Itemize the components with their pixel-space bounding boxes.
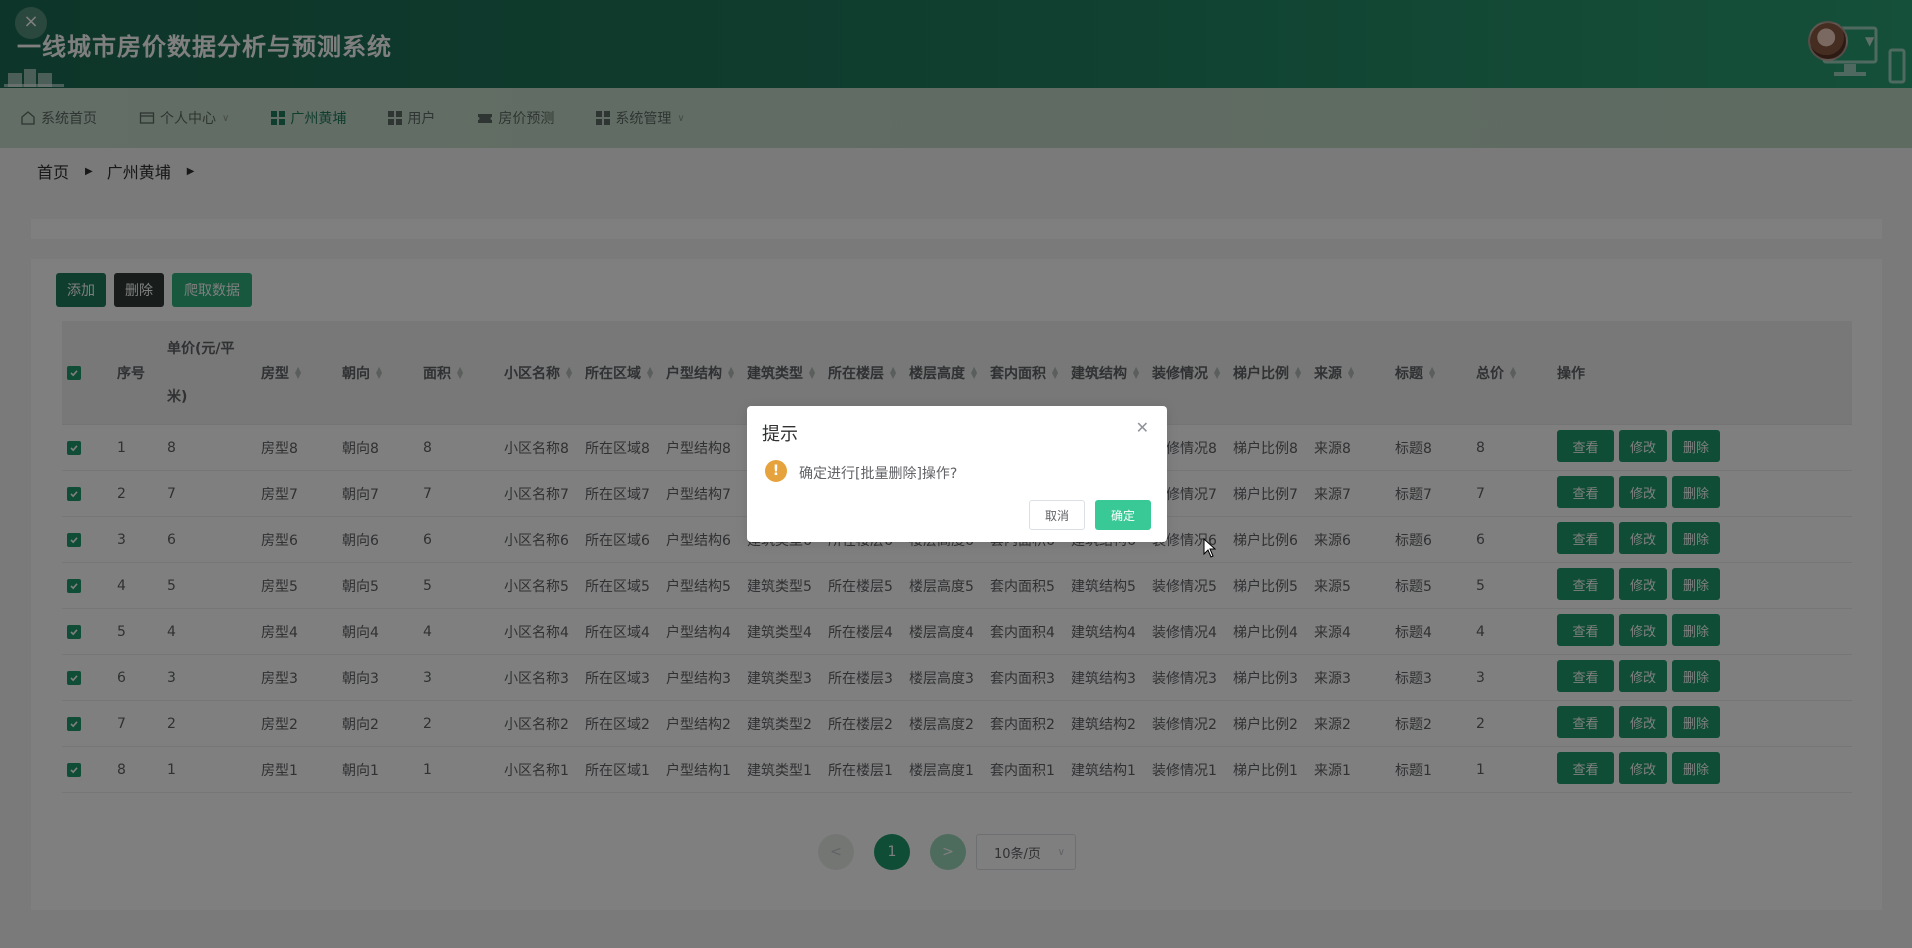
mouse-cursor-icon bbox=[1203, 538, 1217, 558]
dialog-message: 确定进行[批量删除]操作? bbox=[799, 466, 958, 482]
dialog-title: 提示 bbox=[762, 424, 798, 445]
warning-icon: ! bbox=[765, 460, 787, 482]
cancel-button[interactable]: 取消 bbox=[1029, 500, 1085, 530]
close-icon[interactable]: ✕ bbox=[1136, 418, 1149, 437]
confirm-dialog: 提示 ✕ ! 确定进行[批量删除]操作? 取消 确定 bbox=[747, 406, 1167, 542]
confirm-button[interactable]: 确定 bbox=[1095, 500, 1151, 530]
